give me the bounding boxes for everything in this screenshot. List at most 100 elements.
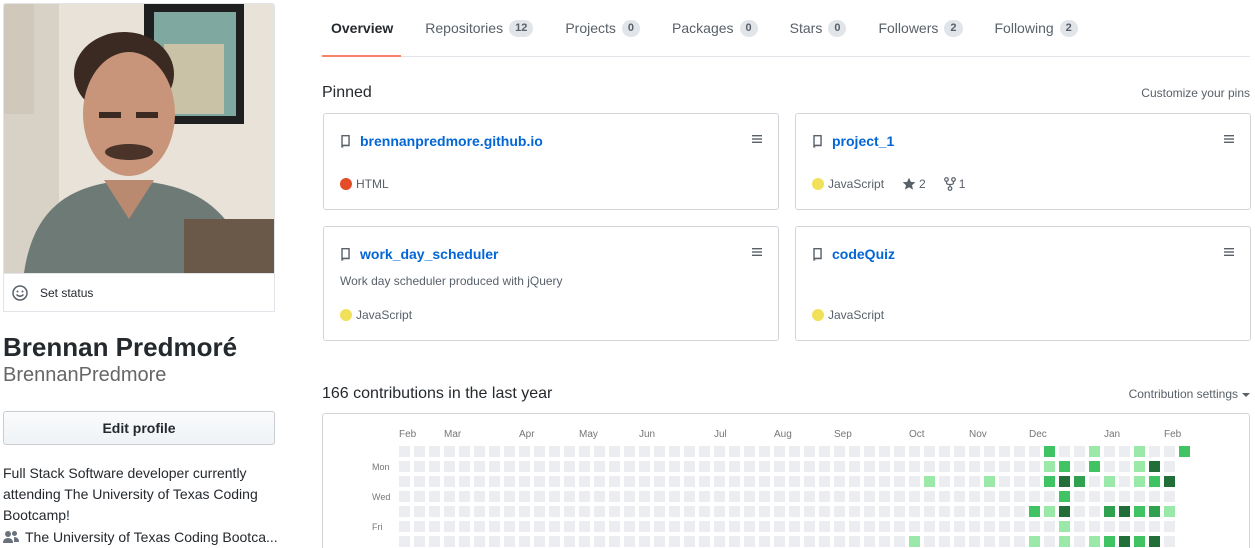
contribution-day[interactable] [759,461,770,472]
contribution-day[interactable] [999,461,1010,472]
contribution-day[interactable] [699,536,710,547]
contribution-day[interactable] [834,476,845,487]
contribution-day[interactable] [984,521,995,532]
contribution-day[interactable] [879,536,890,547]
contribution-day[interactable] [744,461,755,472]
contribution-day[interactable] [864,491,875,502]
contribution-day[interactable] [1119,506,1130,517]
contribution-day[interactable] [1074,491,1085,502]
contribution-day[interactable] [1044,446,1055,457]
contribution-day[interactable] [729,536,740,547]
contribution-day[interactable] [579,491,590,502]
contribution-day[interactable] [504,446,515,457]
contribution-day[interactable] [444,536,455,547]
contribution-day[interactable] [474,506,485,517]
contribution-day[interactable] [744,506,755,517]
contribution-day[interactable] [909,521,920,532]
contribution-day[interactable] [519,476,530,487]
contribution-day[interactable] [984,476,995,487]
contribution-day[interactable] [1104,536,1115,547]
contribution-day[interactable] [894,521,905,532]
contribution-day[interactable] [1014,461,1025,472]
contribution-day[interactable] [1074,476,1085,487]
contribution-day[interactable] [1134,446,1145,457]
contribution-day[interactable] [729,506,740,517]
contribution-day[interactable] [579,476,590,487]
drag-handle-icon[interactable] [752,134,762,144]
contribution-day[interactable] [1089,521,1100,532]
contribution-day[interactable] [684,521,695,532]
contribution-day[interactable] [999,476,1010,487]
contribution-day[interactable] [1044,521,1055,532]
contribution-day[interactable] [939,491,950,502]
contribution-day[interactable] [609,476,620,487]
contribution-day[interactable] [984,491,995,502]
contribution-day[interactable] [789,461,800,472]
contribution-day[interactable] [684,461,695,472]
contribution-day[interactable] [1059,446,1070,457]
contribution-day[interactable] [459,491,470,502]
contribution-day[interactable] [1149,521,1160,532]
contribution-day[interactable] [639,446,650,457]
contribution-day[interactable] [594,506,605,517]
contribution-day[interactable] [654,461,665,472]
contribution-day[interactable] [864,446,875,457]
contribution-day[interactable] [999,491,1010,502]
contribution-day[interactable] [849,446,860,457]
contribution-day[interactable] [804,461,815,472]
contribution-day[interactable] [849,521,860,532]
contribution-day[interactable] [969,446,980,457]
contribution-day[interactable] [519,506,530,517]
contribution-day[interactable] [774,461,785,472]
contribution-day[interactable] [939,521,950,532]
contribution-day[interactable] [609,461,620,472]
contribution-day[interactable] [564,506,575,517]
contribution-day[interactable] [834,521,845,532]
contribution-day[interactable] [534,536,545,547]
contribution-day[interactable] [1104,521,1115,532]
contribution-day[interactable] [1014,506,1025,517]
contribution-day[interactable] [1104,476,1115,487]
contribution-day[interactable] [504,536,515,547]
contribution-day[interactable] [1119,476,1130,487]
contribution-day[interactable] [534,446,545,457]
contribution-day[interactable] [1149,506,1160,517]
contribution-day[interactable] [414,506,425,517]
contribution-day[interactable] [564,536,575,547]
contribution-day[interactable] [924,461,935,472]
contribution-day[interactable] [969,536,980,547]
contribution-day[interactable] [879,506,890,517]
contribution-day[interactable] [834,491,845,502]
contribution-day[interactable] [954,446,965,457]
contribution-day[interactable] [504,491,515,502]
contribution-day[interactable] [1074,506,1085,517]
contribution-day[interactable] [669,521,680,532]
contribution-day[interactable] [684,536,695,547]
contribution-day[interactable] [1089,536,1100,547]
repo-link[interactable]: brennanpredmore.github.io [360,133,543,149]
contribution-day[interactable] [699,521,710,532]
contribution-settings-dropdown[interactable]: Contribution settings [1129,387,1250,401]
contribution-day[interactable] [1164,476,1175,487]
contribution-day[interactable] [609,491,620,502]
contribution-day[interactable] [609,521,620,532]
contribution-day[interactable] [699,506,710,517]
contribution-day[interactable] [684,506,695,517]
contribution-day[interactable] [744,536,755,547]
contribution-day[interactable] [564,461,575,472]
contribution-day[interactable] [699,476,710,487]
contribution-day[interactable] [954,476,965,487]
contribution-day[interactable] [1014,521,1025,532]
contribution-day[interactable] [789,536,800,547]
repo-link[interactable]: project_1 [832,133,894,149]
contribution-day[interactable] [654,521,665,532]
contribution-day[interactable] [564,521,575,532]
contribution-day[interactable] [1074,521,1085,532]
contribution-day[interactable] [894,536,905,547]
contribution-day[interactable] [759,491,770,502]
contribution-day[interactable] [1149,476,1160,487]
contribution-day[interactable] [1029,521,1040,532]
contribution-day[interactable] [969,521,980,532]
contribution-day[interactable] [939,461,950,472]
contribution-day[interactable] [549,506,560,517]
